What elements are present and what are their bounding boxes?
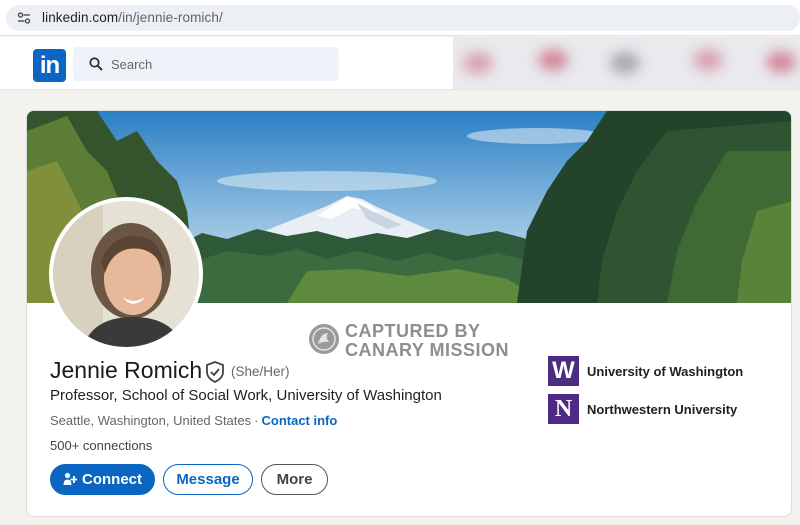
address-field[interactable]: linkedin.com/in/jennie-romich/	[6, 5, 800, 31]
url-path: /in/jennie-romich/	[118, 10, 223, 25]
blurred-nav-items	[453, 37, 800, 89]
tune-icon[interactable]	[17, 12, 31, 24]
add-person-icon	[63, 472, 77, 485]
watermark-line2: CANARY MISSION	[345, 340, 510, 360]
connect-label: Connect	[82, 471, 142, 488]
uw-logo: W	[548, 356, 579, 386]
connect-button[interactable]: Connect	[50, 464, 155, 495]
pronouns: (She/Her)	[231, 364, 290, 379]
canary-mission-icon	[309, 324, 339, 354]
profile-avatar[interactable]	[49, 197, 203, 351]
separator-dot: ·	[254, 413, 259, 428]
profile-headline: Professor, School of Social Work, Univer…	[50, 387, 442, 404]
search-box[interactable]	[73, 47, 339, 81]
search-input[interactable]	[111, 55, 311, 73]
more-button[interactable]: More	[261, 464, 328, 495]
profile-location-line: Seattle, Washington, United States · Conta…	[50, 413, 337, 428]
message-button[interactable]: Message	[163, 464, 253, 495]
linkedin-logo[interactable]: in	[33, 49, 66, 82]
avatar-image	[53, 201, 199, 347]
location-text: Seattle, Washington, United States	[50, 413, 252, 428]
contact-info-link[interactable]: Contact info	[261, 413, 337, 428]
education-name: University of Washington	[587, 364, 744, 379]
url-text[interactable]: linkedin.com/in/jennie-romich/	[42, 10, 223, 25]
canary-mission-watermark: CAPTURED BY CANARY MISSION	[309, 321, 509, 361]
education-name: Northwestern University	[587, 402, 738, 417]
browser-url-bar: linkedin.com/in/jennie-romich/	[0, 0, 800, 36]
profile-name: Jennie Romich	[50, 357, 203, 383]
search-icon	[89, 57, 103, 71]
watermark-line1: CAPTURED BY	[345, 321, 481, 341]
northwestern-logo: N	[548, 394, 579, 424]
connections-count[interactable]: 500+ connections	[50, 438, 152, 453]
url-host: linkedin.com	[42, 10, 119, 25]
verified-icon[interactable]	[205, 361, 225, 383]
linkedin-top-nav: in	[0, 37, 800, 90]
profile-card: CAPTURED BY CANARY MISSION Jennie Romich…	[26, 110, 792, 517]
